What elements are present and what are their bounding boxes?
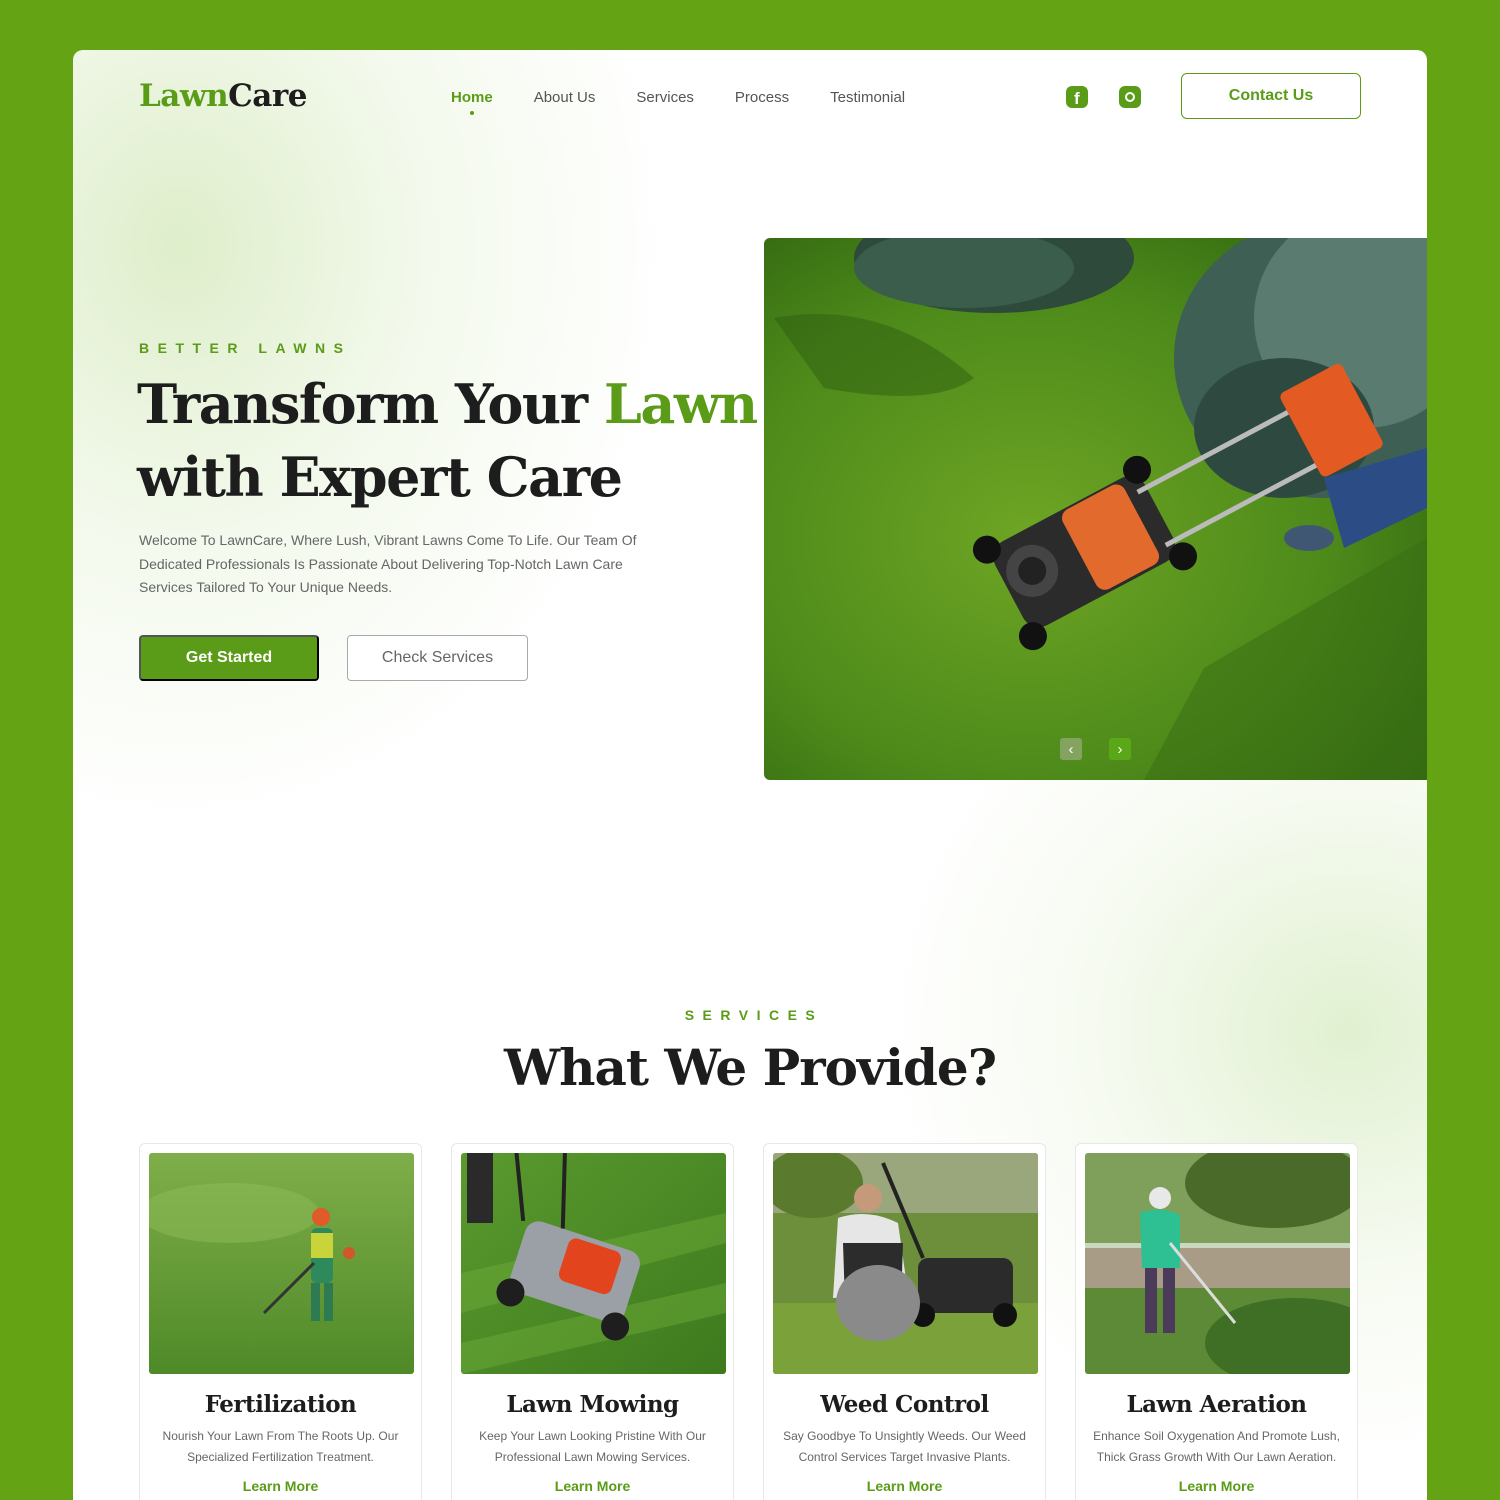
service-card-lawn-aeration[interactable]: Lawn Aeration Enhance Soil Oxygenation A… bbox=[1075, 1143, 1358, 1500]
check-services-button[interactable]: Check Services bbox=[347, 635, 528, 681]
service-card-lawn-mowing[interactable]: Lawn Mowing Keep Your Lawn Looking Prist… bbox=[451, 1143, 734, 1500]
logo[interactable]: LawnCare bbox=[139, 78, 307, 114]
hero-title: Transform Your Lawn with Expert Care bbox=[137, 368, 777, 514]
lawn-mowing-photo bbox=[461, 1153, 726, 1374]
services-title: What We Provide? bbox=[503, 1038, 997, 1097]
service-image-lawn-mowing bbox=[461, 1153, 726, 1374]
nav-item-testimonial[interactable]: Testimonial bbox=[830, 89, 905, 106]
service-card-title: Fertilization bbox=[204, 1391, 357, 1418]
hero-eyebrow: BETTER LAWNS bbox=[139, 340, 352, 356]
main-nav: Home About Us Services Process Testimoni… bbox=[451, 89, 905, 115]
service-card-title: Weed Control bbox=[820, 1391, 989, 1418]
hero-title-part1: Transform Your bbox=[137, 372, 604, 436]
service-card-fertilization[interactable]: Fertilization Nourish Your Lawn From The… bbox=[139, 1143, 422, 1500]
service-card-description: Say Goodbye To Unsightly Weeds. Our Weed… bbox=[783, 1429, 1026, 1464]
learn-more-link[interactable]: Learn More bbox=[461, 1478, 724, 1494]
service-card-description: Enhance Soil Oxygenation And Promote Lus… bbox=[1093, 1429, 1340, 1464]
service-card-weed-control[interactable]: Weed Control Say Goodbye To Unsightly We… bbox=[763, 1143, 1046, 1500]
service-card-description: Nourish Your Lawn From The Roots Up. Our… bbox=[162, 1429, 399, 1464]
learn-more-link[interactable]: Learn More bbox=[773, 1478, 1036, 1494]
service-card-title: Lawn Mowing bbox=[506, 1391, 679, 1418]
carousel-prev-button[interactable]: ‹ bbox=[1060, 738, 1082, 760]
nav-item-about-us[interactable]: About Us bbox=[534, 89, 596, 106]
carousel-next-button[interactable]: › bbox=[1109, 738, 1131, 760]
service-card-description: Keep Your Lawn Looking Pristine With Our… bbox=[479, 1429, 706, 1464]
weed-control-photo bbox=[773, 1153, 1038, 1374]
nav-item-services[interactable]: Services bbox=[636, 89, 694, 106]
nav-item-process[interactable]: Process bbox=[735, 89, 789, 106]
facebook-glyph: f bbox=[1074, 89, 1080, 108]
instagram-icon[interactable] bbox=[1119, 86, 1141, 108]
learn-more-link[interactable]: Learn More bbox=[1085, 1478, 1348, 1494]
logo-part-care: Care bbox=[228, 78, 307, 114]
services-cards: Fertilization Nourish Your Lawn From The… bbox=[139, 1143, 1358, 1500]
hero-title-highlight: Lawn bbox=[603, 372, 758, 436]
lawn-aeration-photo bbox=[1085, 1153, 1350, 1374]
service-image-weed-control bbox=[773, 1153, 1038, 1374]
nav-item-home[interactable]: Home bbox=[451, 89, 493, 115]
hero-photo bbox=[764, 238, 1427, 780]
hero-description: Welcome To LawnCare, Where Lush, Vibrant… bbox=[139, 532, 637, 595]
contact-us-button[interactable]: Contact Us bbox=[1181, 73, 1361, 119]
service-card-title: Lawn Aeration bbox=[1126, 1391, 1307, 1418]
learn-more-link[interactable]: Learn More bbox=[149, 1478, 412, 1494]
service-image-fertilization bbox=[149, 1153, 414, 1374]
get-started-button[interactable]: Get Started bbox=[139, 635, 319, 681]
logo-part-lawn: Lawn bbox=[139, 78, 229, 114]
service-image-lawn-aeration bbox=[1085, 1153, 1350, 1374]
hero-image-lawn-mower: ‹ › bbox=[764, 238, 1427, 780]
landing-page: LawnCare Home About Us Services Process … bbox=[73, 50, 1427, 1500]
fertilization-photo bbox=[149, 1153, 414, 1374]
facebook-icon[interactable]: f bbox=[1066, 86, 1088, 108]
hero-title-part2: with Expert Care bbox=[137, 445, 623, 509]
services-eyebrow: SERVICES bbox=[684, 1007, 824, 1023]
